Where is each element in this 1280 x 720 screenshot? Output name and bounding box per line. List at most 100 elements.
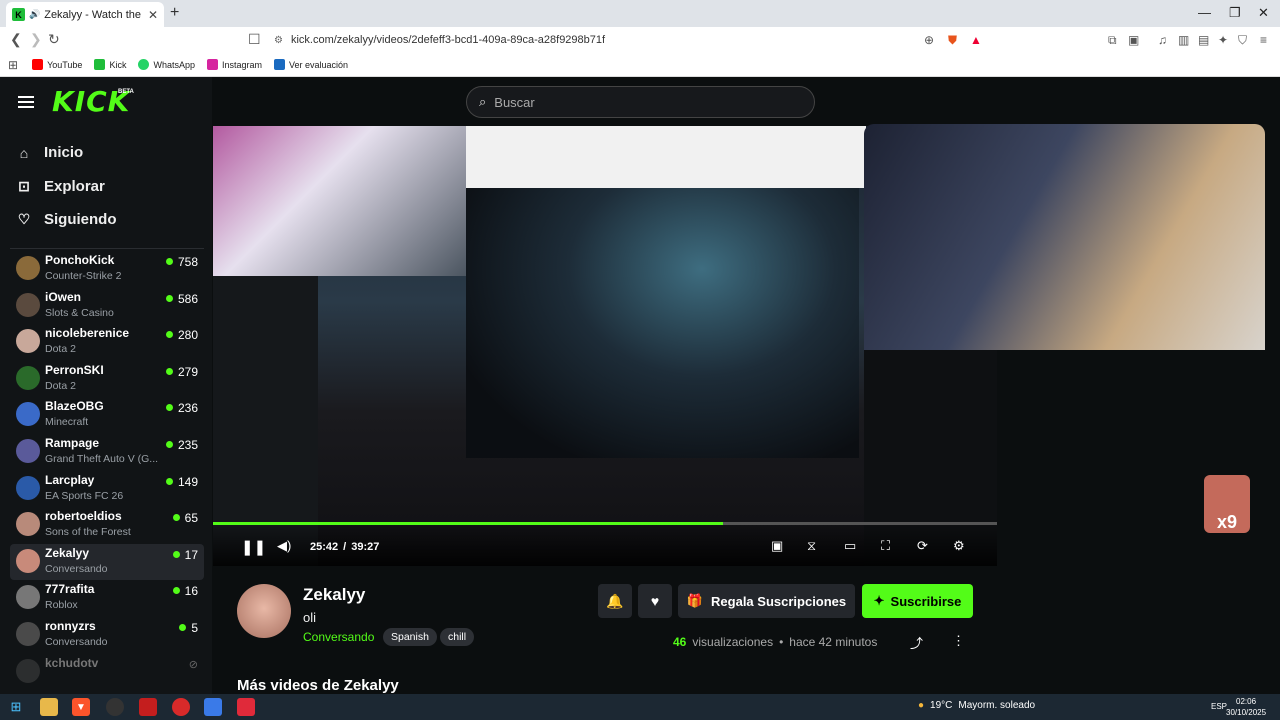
channel-name: Rampage bbox=[45, 436, 100, 450]
sidebar-channel-kchudotv[interactable]: kchudotv ⊘ bbox=[10, 654, 204, 690]
channel-category: Slots & Casino bbox=[45, 306, 114, 319]
channel-avatar bbox=[16, 365, 40, 390]
sidebar-channel-larcplay[interactable]: Larcplay EA Sports FC 26 149 bbox=[10, 471, 204, 507]
speed-icon[interactable]: ⟳ bbox=[917, 538, 928, 554]
channel-avatar bbox=[16, 622, 40, 646]
apps-icon[interactable]: ⊞ bbox=[8, 58, 18, 72]
channel-name: BlazeOBG bbox=[45, 399, 104, 414]
tag-spanish[interactable]: Spanish bbox=[383, 628, 437, 646]
file-explorer-icon[interactable] bbox=[40, 698, 58, 716]
menu-icon[interactable]: ≡ bbox=[1260, 33, 1267, 47]
picture-in-picture-icon[interactable]: ▣ bbox=[771, 538, 783, 554]
channel-avatar bbox=[16, 512, 40, 537]
floating-webcam-overlay[interactable] bbox=[864, 124, 1265, 350]
gift-subs-button[interactable]: 🎁 Regala Suscripciones bbox=[678, 584, 855, 618]
vpn-icon[interactable]: ⛉ bbox=[1238, 33, 1247, 48]
site-info-icon[interactable]: ⚙ bbox=[274, 35, 283, 46]
reload-icon[interactable]: ↻ bbox=[48, 31, 60, 48]
bookmark-youtube[interactable]: YouTube bbox=[32, 59, 82, 70]
search-input[interactable]: ⌕ Buscar bbox=[466, 86, 815, 118]
back-icon[interactable]: ❮ bbox=[10, 31, 22, 48]
share-icon[interactable]: ⤴ bbox=[910, 633, 923, 652]
restore-button[interactable]: ❐ bbox=[1229, 5, 1241, 21]
language-indicator[interactable]: ESP bbox=[1211, 702, 1227, 711]
app-record-icon[interactable] bbox=[172, 698, 190, 716]
browser-tab-bar: K 🔊 Zekalyy - Watch the VOD on ✕ + — ❐ ✕ bbox=[0, 0, 1280, 27]
steam-icon[interactable] bbox=[106, 698, 124, 716]
settings-gear-icon[interactable]: ⚙ bbox=[953, 538, 965, 554]
channel-avatar bbox=[16, 548, 40, 573]
wallet-icon[interactable]: ▣ bbox=[1128, 33, 1139, 47]
url-field[interactable]: ⚙ kick.com/zekalyy/videos/2defeff3-bcd1-… bbox=[266, 30, 990, 50]
multiplier-badge: x9 bbox=[1204, 475, 1250, 533]
channel-avatar[interactable] bbox=[237, 584, 291, 638]
sidebar-channel-iowen[interactable]: iOwen Slots & Casino 586 bbox=[10, 288, 204, 324]
sidebar-channel-blazeobg[interactable]: BlazeOBG Minecraft 236 bbox=[10, 397, 204, 433]
close-tab-icon[interactable]: ✕ bbox=[148, 8, 158, 22]
sidebar-channel-rampage[interactable]: Rampage Grand Theft Auto V (G... 235 bbox=[10, 434, 204, 470]
bookmark-kick[interactable]: Kick bbox=[94, 59, 126, 70]
channel-category: Minecraft bbox=[45, 416, 89, 429]
sidebar-channel-zekalyy[interactable]: Zekalyy Conversando 17 bbox=[10, 543, 204, 580]
follow-button[interactable]: ♥ bbox=[638, 584, 672, 618]
wallet2-icon[interactable]: ▤ bbox=[1198, 33, 1209, 47]
extensions-icon[interactable]: ⧉ bbox=[1108, 33, 1117, 48]
app-arrow-icon[interactable] bbox=[237, 698, 255, 716]
streamer-webcam-inset bbox=[213, 126, 466, 276]
video-progress-bar[interactable] bbox=[213, 522, 997, 525]
nav-siguiendo[interactable]: ♡ Siguiendo bbox=[16, 211, 117, 228]
stream-category[interactable]: Conversando bbox=[303, 630, 374, 644]
hamburger-menu-icon[interactable] bbox=[18, 96, 34, 108]
brave-shield-icon[interactable]: ⛊ bbox=[948, 33, 957, 48]
bookmark-instagram[interactable]: Instagram bbox=[206, 59, 262, 70]
channel-avatar bbox=[16, 658, 40, 683]
channel-name: PonchoKick bbox=[45, 253, 115, 267]
bookmark-evaluacion[interactable]: Ver evaluación bbox=[274, 59, 348, 70]
viewer-count: 586 bbox=[166, 292, 198, 306]
new-tab-button[interactable]: + bbox=[170, 4, 179, 22]
leo-icon[interactable]: ✦ bbox=[1218, 33, 1228, 47]
taskbar-clock[interactable]: 02:06 30/10/2025 bbox=[1226, 696, 1266, 718]
clip-icon[interactable]: ⧖ bbox=[807, 538, 816, 554]
offline-icon: ⊘ bbox=[188, 658, 198, 671]
volume-icon[interactable]: ◀) bbox=[277, 538, 291, 554]
browser-tab[interactable]: K 🔊 Zekalyy - Watch the VOD on ✕ bbox=[6, 2, 164, 27]
forward-icon[interactable]: ❯ bbox=[30, 31, 42, 48]
app-red-icon[interactable] bbox=[139, 698, 157, 716]
sidebar-channel-777rafita[interactable]: 777rafita Roblox 16 bbox=[10, 580, 204, 616]
close-window-button[interactable]: ✕ bbox=[1258, 5, 1269, 21]
gift-icon: 🎁 bbox=[686, 593, 704, 608]
theater-mode-icon[interactable]: ▭ bbox=[844, 538, 856, 554]
channel-avatar bbox=[16, 402, 40, 427]
sidebar-channel-ronnyzrs[interactable]: ronnyzrs Conversando 5 bbox=[10, 617, 204, 653]
weather-widget[interactable]: ● 19°C Mayorm. soleado bbox=[918, 700, 1035, 711]
windows-start-icon[interactable]: ⊞ bbox=[7, 698, 25, 716]
zoom-icon[interactable]: ⊕ bbox=[924, 33, 934, 47]
sidebar-channel-nicoleberenice[interactable]: nicoleberenice Dota 2 280 bbox=[10, 324, 204, 360]
more-options-icon[interactable]: ⋮ bbox=[952, 633, 965, 649]
nav-inicio[interactable]: ⌂ Inicio bbox=[16, 144, 83, 161]
brave-browser-icon[interactable]: ▼ bbox=[72, 698, 90, 716]
pause-icon[interactable]: ❚❚ bbox=[241, 538, 266, 556]
channel-category: Conversando bbox=[45, 562, 108, 575]
media-icon[interactable]: ♫ bbox=[1158, 33, 1167, 47]
sidebar-channel-perronski[interactable]: PerronSKI Dota 2 279 bbox=[10, 361, 204, 397]
channel-name[interactable]: Zekalyy bbox=[303, 585, 365, 605]
sidebar-toggle-icon[interactable]: ▥ bbox=[1178, 33, 1189, 47]
captured-browser-tabs bbox=[466, 126, 866, 188]
fullscreen-icon[interactable]: ⛶ bbox=[881, 538, 890, 554]
bookmark-whatsapp[interactable]: WhatsApp bbox=[138, 59, 195, 70]
audio-icon: 🔊 bbox=[29, 9, 41, 19]
nav-explorar[interactable]: ⊡ Explorar bbox=[16, 178, 105, 195]
bookmark-icon[interactable]: ☐ bbox=[248, 31, 261, 48]
channel-avatar bbox=[16, 439, 40, 463]
sidebar-channel-ponchokick[interactable]: PonchoKick Counter-Strike 2 758 bbox=[10, 251, 204, 287]
tag-chill[interactable]: chill bbox=[440, 628, 475, 646]
brave-rewards-icon[interactable]: ▲ bbox=[970, 33, 982, 47]
subscribe-button[interactable]: ✦ Suscribirse bbox=[862, 584, 973, 618]
minimize-button[interactable]: — bbox=[1198, 5, 1211, 20]
notification-bell-button[interactable]: 🔔 bbox=[598, 584, 632, 618]
whatsapp-icon bbox=[138, 59, 150, 70]
app-blue-icon[interactable] bbox=[204, 698, 222, 716]
sidebar-channel-robertoeldios[interactable]: robertoeldios Sons of the Forest 65 bbox=[10, 507, 204, 543]
